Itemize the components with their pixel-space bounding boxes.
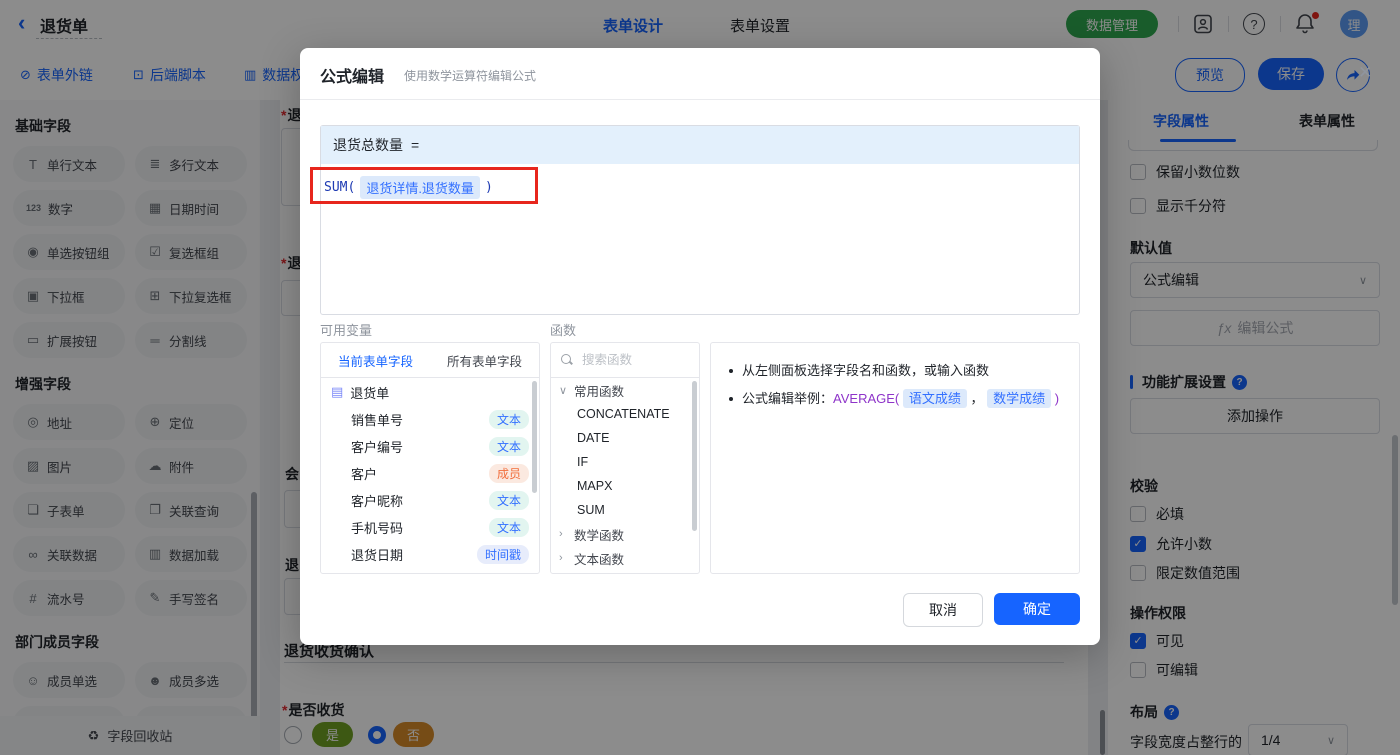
- function-item-mapx[interactable]: MAPX: [551, 474, 699, 498]
- close-icon[interactable]: ✕: [1358, 63, 1372, 83]
- tip-line-1: 从左侧面板选择字段名和函数，或输入函数: [729, 359, 1061, 383]
- screen: ‹ 退货单 表单设计 表单设置 数据管理 ? 理 ⊘ 表单外链 ⊡ 后端脚本 ▥…: [0, 0, 1400, 755]
- example-chip-1: 语文成绩: [902, 389, 967, 408]
- function-search-input[interactable]: [580, 352, 684, 368]
- function-item-if[interactable]: IF: [551, 450, 699, 474]
- formula-expression[interactable]: SUM( 退货详情.退货数量 ): [324, 176, 493, 199]
- type-badge: 文本: [488, 491, 529, 510]
- modal-title: 公式编辑: [320, 69, 385, 86]
- form-doc-icon: ▤: [331, 384, 344, 399]
- type-badge: 文本: [488, 410, 529, 429]
- formula-editor-modal: 公式编辑 使用数学运算符编辑公式 ✕ 退货总数量 = SUM( 退货详情.退货数…: [300, 48, 1372, 645]
- function-open: SUM(: [324, 180, 356, 195]
- formula-target: 退货总数量: [333, 137, 403, 153]
- type-badge: 成员: [488, 464, 529, 483]
- variable-row[interactable]: 客户编号 文本: [321, 433, 539, 460]
- tip-line-2: 公式编辑举例：AVERAGE( 语文成绩 ， 数学成绩 ): [729, 387, 1061, 411]
- variable-row[interactable]: 客户 成员: [321, 460, 539, 487]
- functions-label: 函数: [550, 323, 577, 338]
- functions-scrollbar[interactable]: [692, 381, 697, 531]
- example-chip-2: 数学成绩: [987, 389, 1052, 408]
- variables-label: 可用变量: [320, 323, 373, 338]
- bullet-icon: [729, 397, 733, 401]
- function-close: ): [484, 180, 493, 195]
- type-badge: 时间戳: [476, 545, 529, 564]
- chevron-right-icon: ›: [559, 528, 563, 540]
- bullet-icon: [729, 369, 733, 373]
- variables-scrollbar[interactable]: [532, 381, 537, 493]
- function-search[interactable]: [551, 343, 699, 378]
- root-label: 退货单: [350, 385, 390, 401]
- variables-root-node[interactable]: ▤ 退货单: [321, 378, 539, 406]
- field-chip[interactable]: 退货详情.退货数量: [360, 176, 480, 199]
- function-group-text[interactable]: › 文本函数: [551, 546, 699, 570]
- variable-row[interactable]: 退货日期 时间戳: [321, 541, 539, 568]
- tips-panel: 从左侧面板选择字段名和函数，或输入函数 公式编辑举例：AVERAGE( 语文成绩…: [710, 342, 1080, 574]
- modal-header: 公式编辑 使用数学运算符编辑公式 ✕: [300, 48, 1372, 100]
- function-item-date[interactable]: DATE: [551, 426, 699, 450]
- chevron-right-icon: ›: [559, 552, 563, 564]
- tip-example-fn: AVERAGE(: [833, 391, 900, 406]
- variables-panel: 当前表单字段 所有表单字段 ▤ 退货单 销售单号 文本 客户编号 文本 客户 成…: [320, 342, 540, 574]
- cancel-button[interactable]: 取消: [903, 593, 983, 627]
- modal-subtitle: 使用数学运算符编辑公式: [404, 69, 537, 83]
- type-badge: 文本: [488, 437, 529, 456]
- variable-row[interactable]: 销售单号 文本: [321, 406, 539, 433]
- tip-example-prefix: 公式编辑举例：: [742, 391, 834, 406]
- function-group-common[interactable]: ∨ 常用函数: [551, 378, 699, 402]
- confirm-button[interactable]: 确定: [994, 593, 1080, 625]
- functions-panel: ∨ 常用函数 CONCATENATE DATE IF MAPX SUM › 数学…: [550, 342, 700, 574]
- tab-all-form-fields[interactable]: 所有表单字段: [430, 343, 539, 377]
- function-item-sum[interactable]: SUM: [551, 498, 699, 522]
- variable-row[interactable]: 客户昵称 文本: [321, 487, 539, 514]
- variable-row[interactable]: 手机号码 文本: [321, 514, 539, 541]
- function-item-concatenate[interactable]: CONCATENATE: [551, 402, 699, 426]
- type-badge: 文本: [488, 518, 529, 537]
- tip-example-close: ): [1054, 391, 1060, 406]
- equals-sign: =: [411, 137, 420, 153]
- chevron-down-icon: ∨: [559, 384, 568, 397]
- tab-current-form-fields[interactable]: 当前表单字段: [321, 343, 430, 377]
- tip-example-comma: ，: [970, 391, 984, 406]
- formula-target-bar: 退货总数量 =: [321, 126, 1079, 164]
- formula-editor-box[interactable]: 退货总数量 =: [320, 125, 1080, 315]
- search-icon: [561, 354, 573, 366]
- function-group-math[interactable]: › 数学函数: [551, 522, 699, 546]
